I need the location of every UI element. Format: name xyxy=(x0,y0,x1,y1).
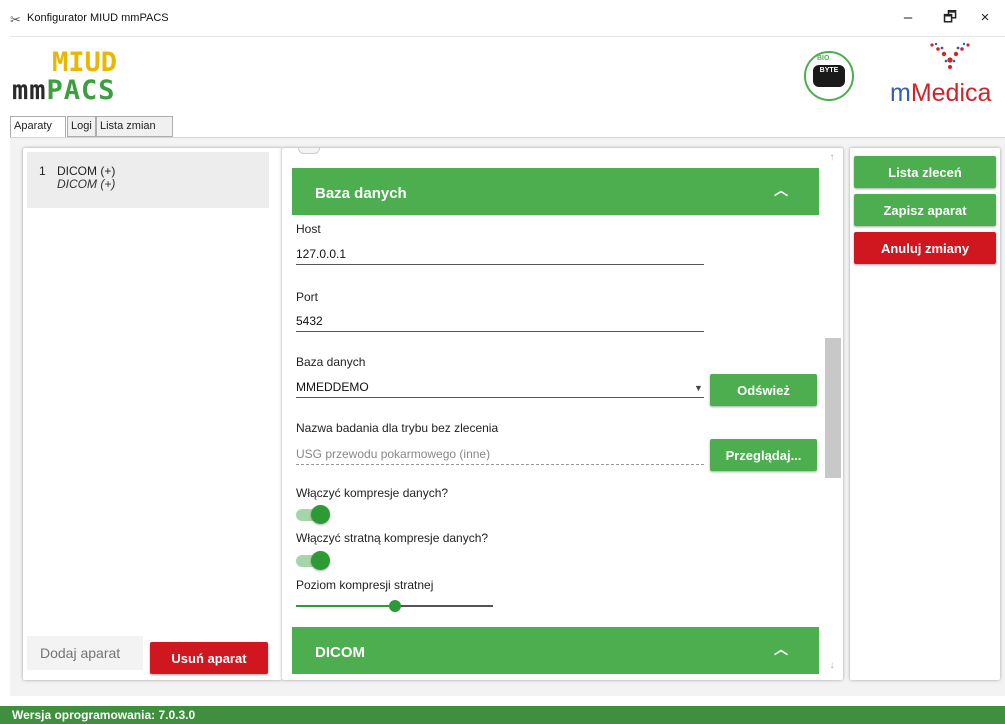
mmpacs-logo-prefix: mm xyxy=(12,75,47,106)
mmpacs-logo-suffix: PACS xyxy=(46,75,116,106)
device-number: 1 xyxy=(39,164,46,178)
slider-thumb[interactable] xyxy=(388,600,401,612)
device-subtitle: DICOM (+) xyxy=(57,177,116,191)
host-label: Host xyxy=(296,222,321,236)
orders-list-button[interactable]: Lista zleceń xyxy=(854,156,996,188)
browse-button[interactable]: Przeglądaj... xyxy=(710,439,817,471)
port-field[interactable] xyxy=(296,310,704,332)
scrollbar-thumb[interactable] xyxy=(825,338,841,478)
tab-content: 1 DICOM (+) DICOM (+) Usuń aparat Baza d… xyxy=(10,138,1005,696)
title-bar: ✂ Konfigurator MIUD mmPACS – 🗗 × xyxy=(0,0,1005,36)
lossy-level-slider[interactable] xyxy=(296,600,493,612)
exam-name-field[interactable] xyxy=(296,443,704,465)
toggle-knob xyxy=(311,551,330,570)
tab-logi[interactable]: Logi xyxy=(67,116,96,137)
toggle-switch-partial[interactable] xyxy=(298,148,320,154)
refresh-button[interactable]: Odśwież xyxy=(710,374,817,406)
toggle-knob xyxy=(311,505,330,524)
device-list-item[interactable]: 1 DICOM (+) DICOM (+) xyxy=(27,152,269,208)
database-select[interactable] xyxy=(296,376,704,398)
biobyte-logo-byte: BYTE xyxy=(819,67,839,74)
port-label: Port xyxy=(296,290,319,304)
biobyte-logo: BIO BYTE xyxy=(804,51,854,101)
arrow-up-icon[interactable]: ↑ xyxy=(824,152,840,168)
lossy-compression-label: Włączyć stratną kompresje danych? xyxy=(296,531,489,545)
cancel-changes-button[interactable]: Anuluj zmiany xyxy=(854,232,996,264)
mmedica-mark-icon xyxy=(930,42,970,69)
device-name: DICOM (+) xyxy=(57,164,116,178)
mmpacs-logo: mmPACS xyxy=(12,75,116,106)
section-title: DICOM xyxy=(315,644,365,661)
section-header-dicom[interactable]: DICOM ︿ xyxy=(292,627,819,674)
biobyte-logo-bio: BIO xyxy=(817,55,830,62)
host-field[interactable] xyxy=(296,243,704,265)
mmedica-logo-suffix: Medica xyxy=(910,79,992,107)
section-title: Baza danych xyxy=(315,185,407,202)
vertical-scrollbar[interactable]: ↑ ↓ xyxy=(824,152,841,676)
version-text: Wersja oprogramowania: 7.0.3.0 xyxy=(12,708,196,722)
save-device-button[interactable]: Zapisz aparat xyxy=(854,194,996,226)
maximize-button[interactable]: 🗗 xyxy=(935,6,965,30)
chevron-up-icon[interactable]: ︿ xyxy=(774,639,788,659)
lossy-level-label: Poziom kompresji stratnej xyxy=(296,578,434,592)
biobyte-logo-mark: BYTE xyxy=(813,65,845,87)
tools-icon: ✂ xyxy=(10,12,21,27)
compression-label: Włączyć kompresje danych? xyxy=(296,486,449,500)
section-header-database[interactable]: Baza danych ︿ xyxy=(292,168,819,215)
minimize-button[interactable]: – xyxy=(893,6,923,30)
window-title: Konfigurator MIUD mmPACS xyxy=(27,12,169,24)
mmedica-logo: mMedica xyxy=(890,79,991,108)
slider-fill xyxy=(296,605,395,607)
arrow-down-icon[interactable]: ↓ xyxy=(824,660,840,676)
close-button[interactable]: × xyxy=(970,6,1000,30)
tab-aparaty[interactable]: Aparaty xyxy=(10,116,66,138)
device-list-panel: 1 DICOM (+) DICOM (+) Usuń aparat xyxy=(23,148,282,680)
compression-toggle[interactable] xyxy=(296,505,330,524)
remove-device-button[interactable]: Usuń aparat xyxy=(150,642,268,674)
actions-panel: Lista zleceń Zapisz aparat Anuluj zmiany xyxy=(850,148,1000,680)
tab-lista-zmian[interactable]: Lista zmian xyxy=(96,116,173,137)
chevron-up-icon[interactable]: ︿ xyxy=(774,180,788,200)
device-config-panel: Baza danych ︿ Host Port Baza danych ▼ Od… xyxy=(282,148,843,680)
lossy-compression-toggle[interactable] xyxy=(296,551,330,570)
mmedica-logo-prefix: m xyxy=(890,79,911,107)
app-header: MIUD mmPACS BIO BYTE mMedica xyxy=(10,36,1005,114)
miud-logo: MIUD xyxy=(52,47,118,78)
database-label: Baza danych xyxy=(296,355,366,369)
exam-name-label: Nazwa badania dla trybu bez zlecenia xyxy=(296,421,499,435)
status-bar: Wersja oprogramowania: 7.0.3.0 xyxy=(0,706,1005,724)
dropdown-arrow-icon[interactable]: ▼ xyxy=(694,383,703,393)
add-device-input[interactable] xyxy=(27,636,143,670)
